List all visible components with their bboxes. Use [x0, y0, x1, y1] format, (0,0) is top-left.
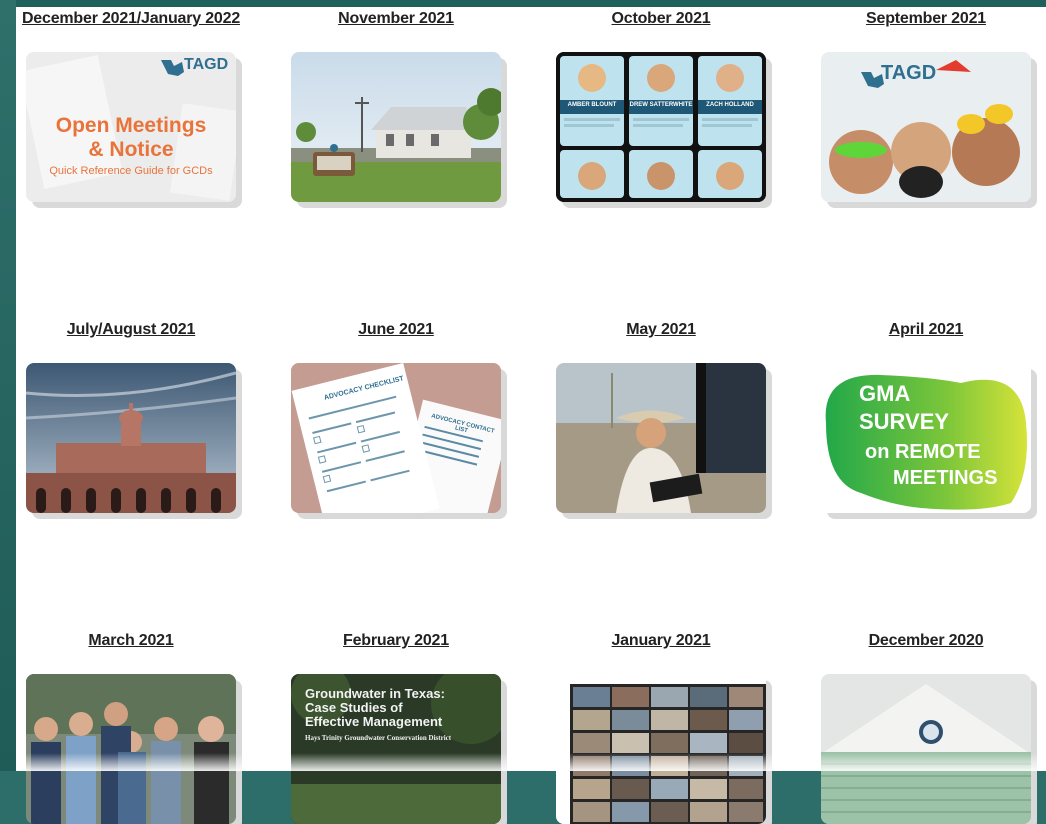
- newsletter-archive-panel: December 2021/January 2022 TAGD Open Mee…: [16, 0, 1046, 824]
- tagd-logo-text: TAGD: [184, 56, 229, 73]
- survey-line-3: on REMOTE: [865, 441, 981, 463]
- newsletter-thumbnail[interactable]: [26, 674, 236, 824]
- newsletter-thumbnail[interactable]: [821, 674, 1031, 824]
- survey-line-4: MEETINGS: [893, 467, 998, 489]
- newsletter-title-link[interactable]: November 2021: [281, 10, 511, 28]
- cover-line-3: Effective Management: [305, 714, 443, 729]
- newsletter-thumbnail[interactable]: [556, 674, 766, 824]
- newsletter-thumbnail[interactable]: TAGD Open Meetings & Notice Quick Refere…: [26, 52, 236, 202]
- newsletter-thumbnail[interactable]: ADVOCACY CHECKLIST ADVOCACY CONTACT LIST: [291, 363, 501, 513]
- newsletter-thumbnail[interactable]: [291, 52, 501, 202]
- newsletter-thumbnail[interactable]: TAGD: [821, 52, 1031, 202]
- card-name-1: AMBER BLOUNT: [567, 102, 617, 108]
- thumb-subline: Quick Reference Guide for GCDs: [49, 165, 213, 177]
- advocacy-checklist-graphic: [291, 363, 501, 513]
- card-name-2: DREW SATTERWHITE: [629, 102, 693, 108]
- newsletter-title-link[interactable]: April 2021: [811, 321, 1041, 339]
- barn-roof-photo: [821, 674, 1031, 824]
- newsletter-title-link[interactable]: February 2021: [281, 632, 511, 650]
- newsletter-thumbnail[interactable]: AMBER BLOUNT DREW SATTERWHITE ZACH HOLLA…: [556, 52, 766, 202]
- capitol-photo: [26, 363, 236, 513]
- survey-line-1: GMA: [859, 381, 911, 406]
- newsletter-title-link[interactable]: December 2021/January 2022: [16, 10, 246, 28]
- thumb-headline-2: & Notice: [88, 138, 174, 161]
- group-photo: [26, 674, 236, 824]
- newsletter-title-link[interactable]: September 2021: [811, 10, 1041, 28]
- staff-cards-graphic: [556, 52, 766, 202]
- video-call-grid: [556, 674, 766, 824]
- newsletter-thumbnail[interactable]: [556, 363, 766, 513]
- cover-line-2: Case Studies of: [305, 700, 403, 715]
- field-work-photo: [556, 363, 766, 513]
- building-photo: [291, 52, 501, 202]
- survey-line-2: SURVEY: [859, 409, 950, 434]
- cover-line-4: Hays Trinity Groundwater Conservation Di…: [305, 734, 452, 742]
- left-edge-stripe: [0, 0, 16, 771]
- newsletter-title-link[interactable]: March 2021: [16, 632, 246, 650]
- gma-survey-graphic: [821, 363, 1031, 513]
- tagd-logo-text: TAGD: [881, 62, 937, 84]
- scroll-fade: [16, 753, 1046, 771]
- newsletter-title-link[interactable]: June 2021: [281, 321, 511, 339]
- newsletter-thumbnail[interactable]: GMA SURVEY on REMOTE MEETINGS: [821, 363, 1031, 513]
- newsletter-title-link[interactable]: May 2021: [546, 321, 776, 339]
- newsletter-thumbnail[interactable]: Groundwater in Texas: Case Studies of Ef…: [291, 674, 501, 824]
- newsletter-title-link[interactable]: July/August 2021: [16, 321, 246, 339]
- newsletter-title-link[interactable]: January 2021: [546, 632, 776, 650]
- newsletter-grid: December 2021/January 2022 TAGD Open Mee…: [16, 0, 1046, 824]
- newsletter-title-link[interactable]: December 2020: [811, 632, 1041, 650]
- newsletter-title-link[interactable]: October 2021: [546, 10, 776, 28]
- thumb-headline-1: Open Meetings: [55, 114, 207, 137]
- newsletter-thumbnail[interactable]: [26, 363, 236, 513]
- card-name-3: ZACH HOLLAND: [706, 102, 754, 108]
- cover-line-1: Groundwater in Texas:: [305, 686, 445, 701]
